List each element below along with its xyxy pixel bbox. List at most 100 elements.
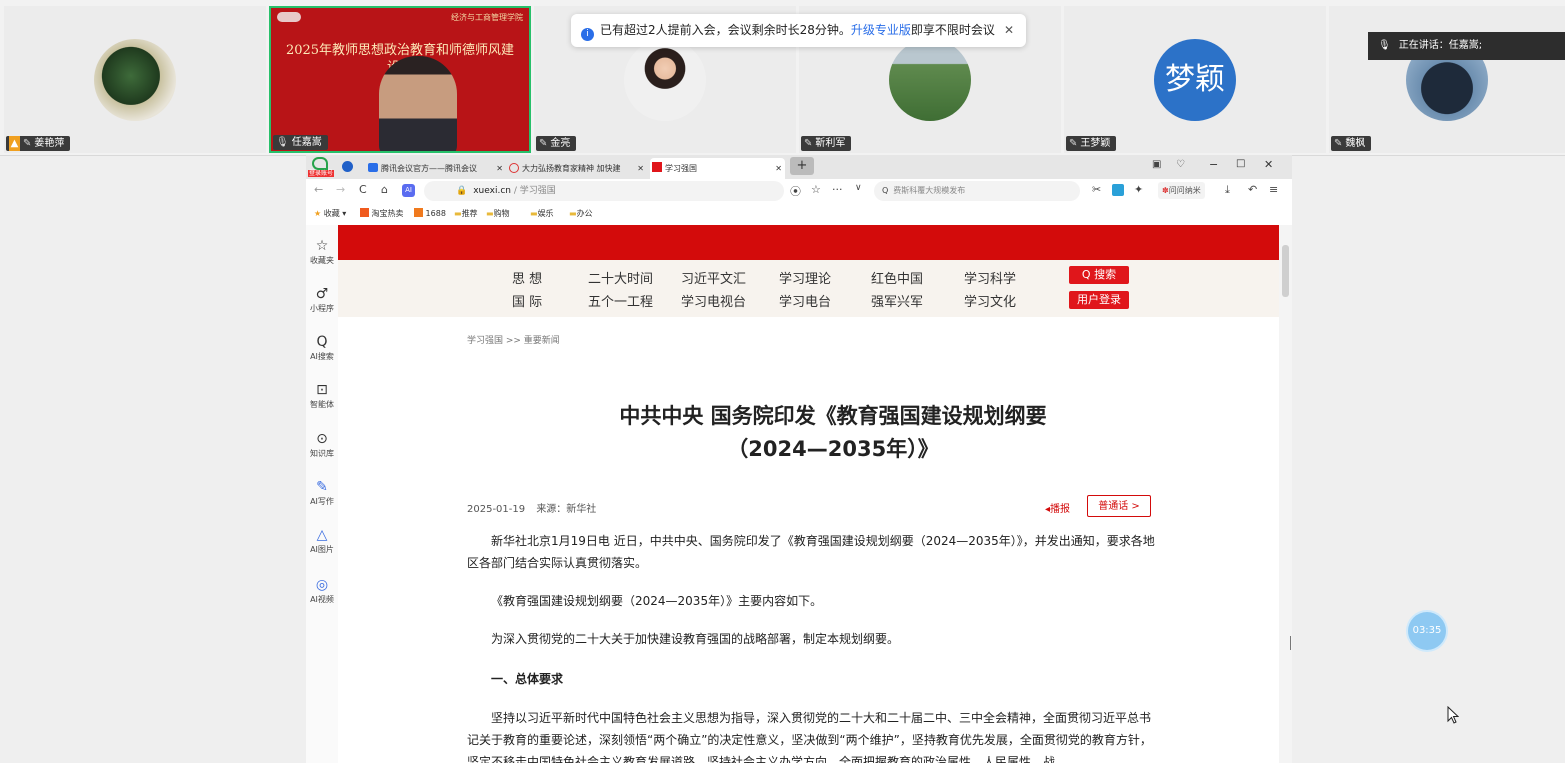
sidebar-label: AI视频: [310, 595, 334, 604]
sidebar-label: AI搜索: [310, 352, 334, 361]
url-bar[interactable]: 🔒 xuexi.cn / 学习强国: [424, 181, 784, 201]
sidebar-item-miniapp[interactable]: ♂ 小程序: [306, 285, 338, 314]
login-badge[interactable]: 登录账号: [308, 170, 334, 177]
floating-timer[interactable]: 03:35: [1408, 612, 1446, 650]
nav-item[interactable]: 习近平文汇: [681, 268, 746, 287]
nav-item[interactable]: 思 想: [512, 268, 542, 287]
participant-tile-active[interactable]: 经济与工商管理学院 2025年教师思想政治教育和师德师风建设学 🎙任嘉嵩: [269, 6, 531, 153]
nav-item[interactable]: 二十大时间: [588, 268, 653, 287]
page-scrollbar[interactable]: [1279, 225, 1292, 763]
sidebar-label: AI写作: [310, 497, 334, 506]
bookmark-label: 收藏: [323, 209, 340, 218]
ai-icon[interactable]: AI: [402, 184, 415, 197]
folder-icon: ▬: [569, 209, 577, 218]
bookmark-folder[interactable]: ▬推荐: [454, 208, 478, 219]
wenwen-button[interactable]: ✽问问纳米: [1158, 182, 1205, 199]
nav-item[interactable]: 强军兴军: [871, 291, 923, 310]
nav-item[interactable]: 五个一工程: [588, 291, 653, 310]
site-search-button[interactable]: Q 搜索: [1069, 266, 1129, 284]
breadcrumb[interactable]: 学习强国 >> 重要新闻: [467, 333, 560, 346]
tab-favicon-icon: [509, 163, 519, 173]
sidebar-item-favorites[interactable]: ☆ 收藏夹: [306, 237, 338, 266]
bookmark-label: 娱乐: [537, 209, 554, 218]
tab-close-icon[interactable]: ✕: [637, 158, 644, 179]
scrollbar-thumb[interactable]: [1282, 245, 1289, 297]
search-input[interactable]: Q 费斯科覆大规模发布: [874, 181, 1080, 201]
bookmark-item[interactable]: 1688: [414, 208, 446, 218]
site-login-button[interactable]: 用户登录: [1069, 291, 1129, 309]
extension-icon[interactable]: [1112, 184, 1124, 196]
bookmark-folder[interactable]: ▬办公: [569, 208, 593, 219]
nav-item[interactable]: 红色中国: [871, 268, 923, 287]
sidebar-item-ai-video[interactable]: ◎ AI视频: [306, 576, 338, 605]
participant-name-tag: ▲ ✎ 姜艳萍: [6, 136, 71, 151]
participant-name-tag: ✎ 金亮: [536, 136, 577, 151]
tab-label: 腾讯会议官方——腾讯会议: [381, 164, 477, 173]
menu-icon[interactable]: ≡: [1269, 183, 1278, 196]
bookmark-item[interactable]: 淘宝热卖: [360, 208, 404, 219]
sidebar-item-agent[interactable]: ⊡ 智能体: [306, 381, 338, 410]
speaking-indicator: 🎙 正在讲话：任嘉嵩;: [1368, 32, 1565, 60]
participant-name: 金亮: [550, 138, 571, 149]
wenwen-label: 问问纳米: [1168, 186, 1201, 195]
tab-label: 学习强国: [665, 164, 697, 173]
tab-list-icon[interactable]: ▣: [1152, 159, 1161, 170]
sidebar-item-ai-image[interactable]: △ AI图片: [306, 526, 338, 555]
browser-tab[interactable]: 腾讯会议官方——腾讯会议 ✕: [368, 158, 506, 179]
bookmark-folder[interactable]: ▬娱乐: [530, 208, 554, 219]
pin-icon[interactable]: ✦: [1134, 183, 1143, 196]
participant-tile[interactable]: 梦颖 ✎ 王梦颖: [1064, 6, 1326, 153]
sidebar-item-ai-search[interactable]: Q AI搜索: [306, 333, 338, 362]
participant-name: 任嘉嵩: [291, 137, 322, 148]
nav-item[interactable]: 学习理论: [779, 268, 831, 287]
star-icon[interactable]: ☆: [811, 183, 821, 196]
site-nav: 思 想 二十大时间 习近平文汇 学习理论 红色中国 学习科学 国 际 五个一工程…: [338, 260, 1279, 317]
home-button[interactable]: ⌂: [381, 183, 388, 196]
back-button[interactable]: ←: [314, 183, 323, 196]
nav-item[interactable]: 学习文化: [964, 291, 1016, 310]
tab-close-icon[interactable]: ✕: [496, 158, 503, 179]
participant-tile[interactable]: ✎ 魏枫: [1329, 6, 1565, 153]
bookmark-folder[interactable]: ▬购物: [486, 208, 510, 219]
nav-item[interactable]: 学习电视台: [681, 291, 746, 310]
mandarin-button[interactable]: 普通话 >: [1087, 495, 1151, 517]
folder-icon: ▬: [454, 209, 462, 218]
tab-label: 大力弘扬教育家精神 加快建: [522, 164, 621, 173]
new-tab-button[interactable]: +: [790, 157, 814, 175]
more-icon[interactable]: ···: [832, 183, 843, 196]
sidebar-item-ai-writing[interactable]: ✎ AI写作: [306, 478, 338, 507]
undo-icon[interactable]: ↶: [1248, 183, 1257, 196]
nav-item[interactable]: 国 际: [512, 291, 542, 310]
close-window-button[interactable]: ✕: [1264, 158, 1273, 171]
tab-close-icon[interactable]: ✕: [775, 158, 782, 179]
banner-close-button[interactable]: ✕: [1004, 14, 1014, 47]
reload-button[interactable]: C: [359, 183, 367, 196]
article-date: 2025-01-19: [467, 504, 526, 515]
forward-button[interactable]: →: [336, 183, 345, 196]
participant-tile[interactable]: ▲ ✎ 姜艳萍: [4, 6, 266, 153]
nav-item[interactable]: 学习科学: [964, 268, 1016, 287]
browser-tab-active[interactable]: 学习强国 ✕: [650, 158, 785, 179]
star-outline-icon: ☆: [315, 238, 329, 254]
browser-tab[interactable]: 大力弘扬教育家精神 加快建 ✕: [509, 158, 647, 179]
sidebar-item-knowledge[interactable]: ⊙ 知识库: [306, 430, 338, 459]
location-icon[interactable]: ⦿: [790, 183, 801, 199]
tab-favicon-icon: [652, 162, 662, 172]
upgrade-link[interactable]: 升级专业版: [851, 23, 911, 37]
bookmark-favorites[interactable]: ★ 收藏 ▾: [314, 208, 346, 219]
minimize-button[interactable]: −: [1209, 158, 1218, 171]
broadcast-button[interactable]: ◂播报: [1045, 500, 1070, 515]
folder-icon: ▬: [486, 209, 494, 218]
download-icon[interactable]: ⤓: [1225, 183, 1230, 197]
restore-button[interactable]: □: [1236, 158, 1245, 169]
miniapp-icon: ♂: [315, 286, 329, 302]
nav-item[interactable]: 学习电台: [779, 291, 831, 310]
skin-icon[interactable]: ♡: [1176, 159, 1185, 170]
sidebar-label: 小程序: [310, 304, 334, 313]
mic-muted-icon: ✎: [1334, 138, 1343, 149]
chevron-down-icon[interactable]: ∨: [855, 183, 862, 193]
scissors-icon[interactable]: ✂: [1092, 183, 1101, 196]
participant-name-tag: ✎ 靳利军: [801, 136, 852, 151]
browser-logo-icon: 登录账号: [308, 157, 334, 177]
mic-muted-icon: ✎: [804, 138, 813, 149]
